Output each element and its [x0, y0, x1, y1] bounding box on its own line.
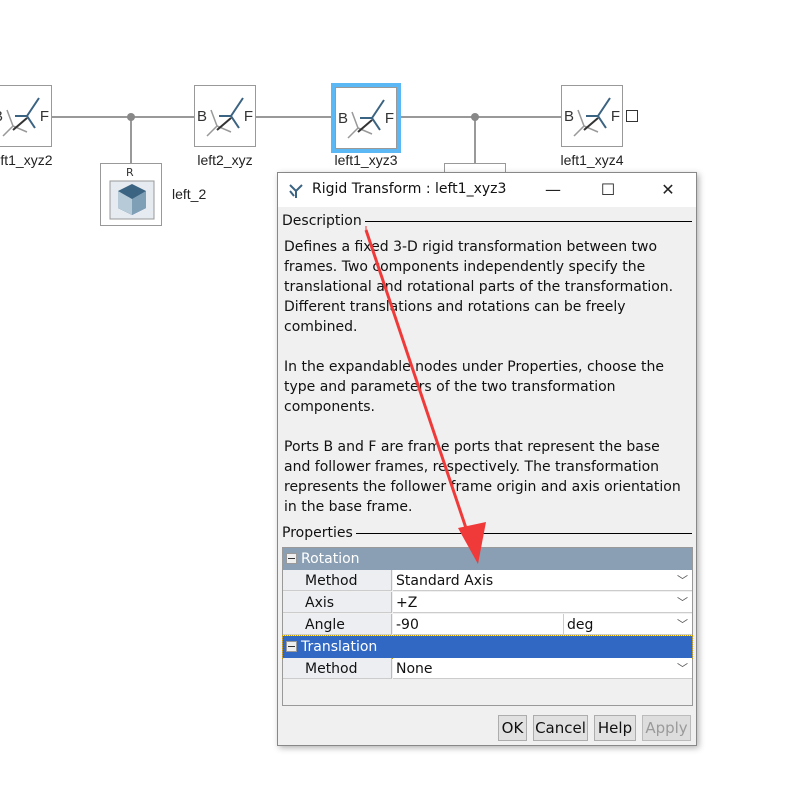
port-b: B	[197, 108, 208, 125]
solid-block[interactable]: R	[100, 163, 162, 226]
angle-input[interactable]: -90	[393, 614, 564, 635]
translation-method-row: Method None ﹀	[283, 658, 692, 680]
rotation-group[interactable]: Rotation	[283, 548, 692, 570]
port-b: B	[338, 110, 349, 127]
port-b: B	[564, 108, 575, 125]
description-paragraph: In the expandable nodes under Properties…	[284, 359, 664, 415]
block-label: left2_xyz	[197, 152, 253, 168]
solid-block-label: left_2	[172, 186, 207, 202]
junction	[127, 113, 135, 121]
port-f: F	[39, 108, 49, 125]
description-text: Defines a fixed 3-D rigid transformation…	[284, 237, 689, 537]
rotation-method-row: Method Standard Axis ﹀	[283, 570, 692, 592]
cancel-button[interactable]: Cancel	[533, 715, 588, 741]
rigid-transform-block[interactable]: BF	[331, 83, 401, 153]
properties-grid: Rotation Method Standard Axis ﹀ Axis +Z ﹀ An…	[282, 547, 693, 706]
translation-group[interactable]: Translation	[282, 635, 693, 659]
angle-unit-select[interactable]: deg ﹀	[564, 614, 692, 635]
ok-button[interactable]: OK	[498, 715, 527, 741]
dialog-title: Rigid Transform : left1_xyz3	[312, 181, 507, 197]
description-paragraph: Defines a fixed 3-D rigid transformation…	[284, 239, 674, 335]
select-value: +Z	[396, 595, 418, 611]
chevron-down-icon: ﹀	[677, 596, 688, 609]
apply-button: Apply	[642, 715, 691, 741]
chevron-down-icon: ﹀	[677, 574, 688, 587]
rigid-transform-icon	[289, 184, 303, 198]
rotation-group-label: Rotation	[301, 551, 360, 567]
chevron-down-icon: ﹀	[677, 662, 688, 675]
port-f: F	[243, 108, 253, 125]
translation-method-select[interactable]: None ﹀	[393, 658, 692, 679]
block-label: left1_xyz3	[334, 152, 398, 168]
block-label: left1_xyz2	[0, 152, 53, 168]
rotation-axis-row: Axis +Z ﹀	[283, 592, 692, 614]
rotation-method-select[interactable]: Standard Axis ﹀	[393, 570, 692, 591]
maximize-button[interactable]: ☐	[588, 177, 628, 203]
connection-line	[474, 116, 476, 164]
minimize-button[interactable]: —	[533, 177, 573, 203]
title-bar[interactable]: Rigid Transform : left1_xyz3 — ☐ ✕	[278, 173, 696, 207]
chevron-down-icon: ﹀	[677, 618, 688, 631]
select-value: None	[396, 661, 433, 677]
rotation-axis-select[interactable]: +Z ﹀	[393, 592, 692, 613]
select-value: Standard Axis	[396, 573, 494, 589]
select-value: deg	[567, 617, 594, 633]
port-f: F	[384, 110, 394, 127]
description-heading: Description	[282, 213, 365, 229]
connection-line	[0, 116, 600, 118]
collapse-icon[interactable]	[286, 553, 297, 564]
port-r: R	[126, 166, 134, 179]
properties-heading: Properties	[282, 525, 356, 541]
rigid-transform-block[interactable]: BF	[0, 85, 52, 147]
property-label: Angle	[283, 614, 392, 635]
rigid-transform-block[interactable]: BF	[194, 85, 256, 147]
help-button[interactable]: Help	[594, 715, 636, 741]
close-button[interactable]: ✕	[648, 177, 688, 203]
rigid-transform-dialog: Rigid Transform : left1_xyz3 — ☐ ✕ Descr…	[277, 172, 697, 746]
description-paragraph: Ports B and F are frame ports that repre…	[284, 439, 681, 515]
connection-line	[130, 116, 132, 164]
port-f: F	[610, 108, 620, 125]
cube-icon: R	[109, 166, 155, 220]
property-label: Method	[283, 658, 392, 679]
rigid-transform-block[interactable]: BF	[561, 85, 623, 147]
port-b: B	[0, 108, 3, 125]
property-label: Axis	[283, 592, 392, 613]
connection-port-icon	[626, 110, 638, 122]
collapse-icon[interactable]	[286, 641, 297, 652]
junction	[471, 113, 479, 121]
block-label: left1_xyz4	[560, 152, 624, 168]
rotation-angle-row: Angle -90 deg ﹀	[283, 614, 692, 636]
translation-group-label: Translation	[301, 639, 378, 655]
property-label: Method	[283, 570, 392, 591]
